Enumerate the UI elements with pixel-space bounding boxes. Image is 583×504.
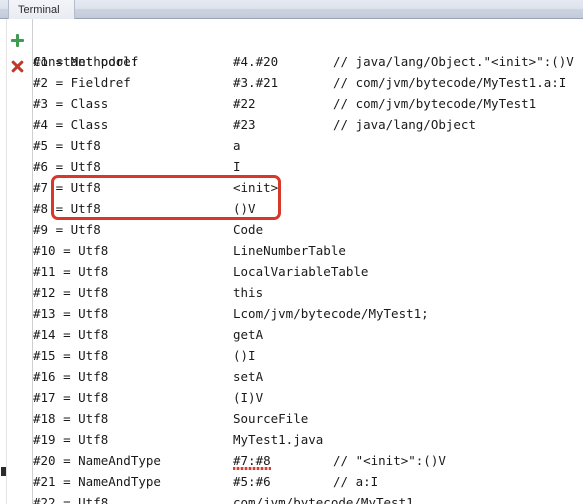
entry-index: #6 = Utf8 (33, 159, 101, 174)
constant-pool-row: #17 = Utf8 (I)V (33, 387, 583, 408)
entry-value: #5:#6 (233, 474, 271, 489)
new-session-button[interactable] (8, 31, 26, 49)
constant-pool-row: #13 = Utf8 Lcom/jvm/bytecode/MyTest1; (33, 303, 583, 324)
entry-value: LocalVariableTable (233, 264, 369, 279)
entry-value: #23 (233, 117, 256, 132)
entry-comment: // "<init>":()V (333, 453, 446, 468)
gutter-rail (6, 19, 7, 504)
entry-index: #1 = Methodref (33, 54, 139, 69)
constant-pool-row: #21 = NameAndType #5:#6 // a:I (33, 471, 583, 492)
entry-value: ()I (233, 348, 256, 363)
entry-value: #3.#21 (233, 75, 279, 90)
constant-pool-row: #1 = Methodref #4.#20 // java/lang/Object.… (33, 51, 583, 72)
entry-index: #18 = Utf8 (33, 411, 109, 426)
entry-comment: // a:I (333, 474, 379, 489)
entry-comment: // com/jvm/bytecode/MyTest1 (333, 96, 537, 111)
entry-value: a (233, 138, 241, 153)
constant-pool-row: #9 = Utf8 Code (33, 219, 583, 240)
terminal-gutter (0, 19, 33, 504)
entry-value: com/jvm/bytecode/MyTest1 (233, 495, 414, 504)
entry-index: #15 = Utf8 (33, 348, 109, 363)
entry-index: #7 = Utf8 (33, 180, 101, 195)
entry-index: #3 = Class (33, 96, 109, 111)
entry-comment: // java/lang/Object."<init>":()V (333, 54, 574, 69)
entry-index: #20 = NameAndType (33, 453, 161, 468)
entry-value: (I)V (233, 390, 264, 405)
constant-pool-row: #11 = Utf8 LocalVariableTable (33, 261, 583, 282)
entry-index: #22 = Utf8 (33, 495, 109, 504)
entry-value: #7:#8 (233, 450, 271, 471)
entry-value: Code (233, 222, 264, 237)
entry-value: <init> (233, 180, 279, 195)
entry-index: #5 = Utf8 (33, 138, 101, 153)
close-icon (11, 60, 24, 73)
entry-value: #4.#20 (233, 54, 279, 69)
constant-pool-row: #22 = Utf8 com/jvm/bytecode/MyTest1 (33, 492, 583, 504)
tab-bar: Terminal (0, 0, 583, 19)
entry-index: #16 = Utf8 (33, 369, 109, 384)
entry-value: Lcom/jvm/bytecode/MyTest1; (233, 306, 429, 321)
entry-value: ()V (233, 201, 256, 216)
constant-pool-row: #3 = Class #22 // com/jvm/bytecode/MyTest1 (33, 93, 583, 114)
entry-value: setA (233, 369, 264, 384)
constant-pool-row: #18 = Utf8 SourceFile (33, 408, 583, 429)
terminal-window: Terminal Constant pool: #1 = Methodref #4… (0, 0, 583, 504)
entry-index: #9 = Utf8 (33, 222, 101, 237)
constant-pool-row: #5 = Utf8 a (33, 135, 583, 156)
constant-pool-row: #14 = Utf8 getA (33, 324, 583, 345)
entry-comment: // java/lang/Object (333, 117, 476, 132)
entry-index: #14 = Utf8 (33, 327, 109, 342)
constant-pool-entries: #1 = Methodref #4.#20 // java/lang/Object.… (33, 51, 583, 504)
constant-pool-row: #12 = Utf8 this (33, 282, 583, 303)
entry-value: getA (233, 327, 264, 342)
entry-value-underlined: #7:#8 (233, 450, 271, 471)
entry-value: #22 (233, 96, 256, 111)
entry-index: #21 = NameAndType (33, 474, 161, 489)
entry-index: #13 = Utf8 (33, 306, 109, 321)
console-output[interactable]: Constant pool: #1 = Methodref #4.#20 // ja… (33, 19, 583, 504)
constant-pool-row: #15 = Utf8 ()I (33, 345, 583, 366)
scroll-nub[interactable] (1, 467, 6, 476)
tab-terminal-label: Terminal (18, 3, 60, 16)
console-header-line: Constant pool: (33, 30, 583, 69)
entry-value: LineNumberTable (233, 243, 346, 258)
entry-index: #10 = Utf8 (33, 243, 109, 258)
entry-index: #2 = Fieldref (33, 75, 131, 90)
entry-index: #8 = Utf8 (33, 201, 101, 216)
entry-comment: // com/jvm/bytecode/MyTest1.a:I (333, 75, 567, 90)
entry-index: #4 = Class (33, 117, 109, 132)
constant-pool-row: #10 = Utf8 LineNumberTable (33, 240, 583, 261)
constant-pool-row: #8 = Utf8 ()V (33, 198, 583, 219)
close-session-button[interactable] (8, 57, 26, 75)
constant-pool-row: #7 = Utf8 <init> (33, 177, 583, 198)
constant-pool-row: #19 = Utf8 MyTest1.java (33, 429, 583, 450)
entry-index: #11 = Utf8 (33, 264, 109, 279)
entry-index: #19 = Utf8 (33, 432, 109, 447)
constant-pool-row: #2 = Fieldref #3.#21 // com/jvm/bytecode/M… (33, 72, 583, 93)
entry-value: SourceFile (233, 411, 309, 426)
constant-pool-row: #20 = NameAndType #7:#8 // "<init>":()V (33, 450, 583, 471)
constant-pool-row: #4 = Class #23 // java/lang/Object (33, 114, 583, 135)
entry-value: this (233, 285, 264, 300)
entry-index: #12 = Utf8 (33, 285, 109, 300)
entry-value: I (233, 159, 241, 174)
plus-icon (10, 33, 24, 47)
entry-value: MyTest1.java (233, 432, 324, 447)
constant-pool-row: #16 = Utf8 setA (33, 366, 583, 387)
entry-index: #17 = Utf8 (33, 390, 109, 405)
constant-pool-row: #6 = Utf8 I (33, 156, 583, 177)
tab-terminal[interactable]: Terminal (8, 0, 75, 19)
